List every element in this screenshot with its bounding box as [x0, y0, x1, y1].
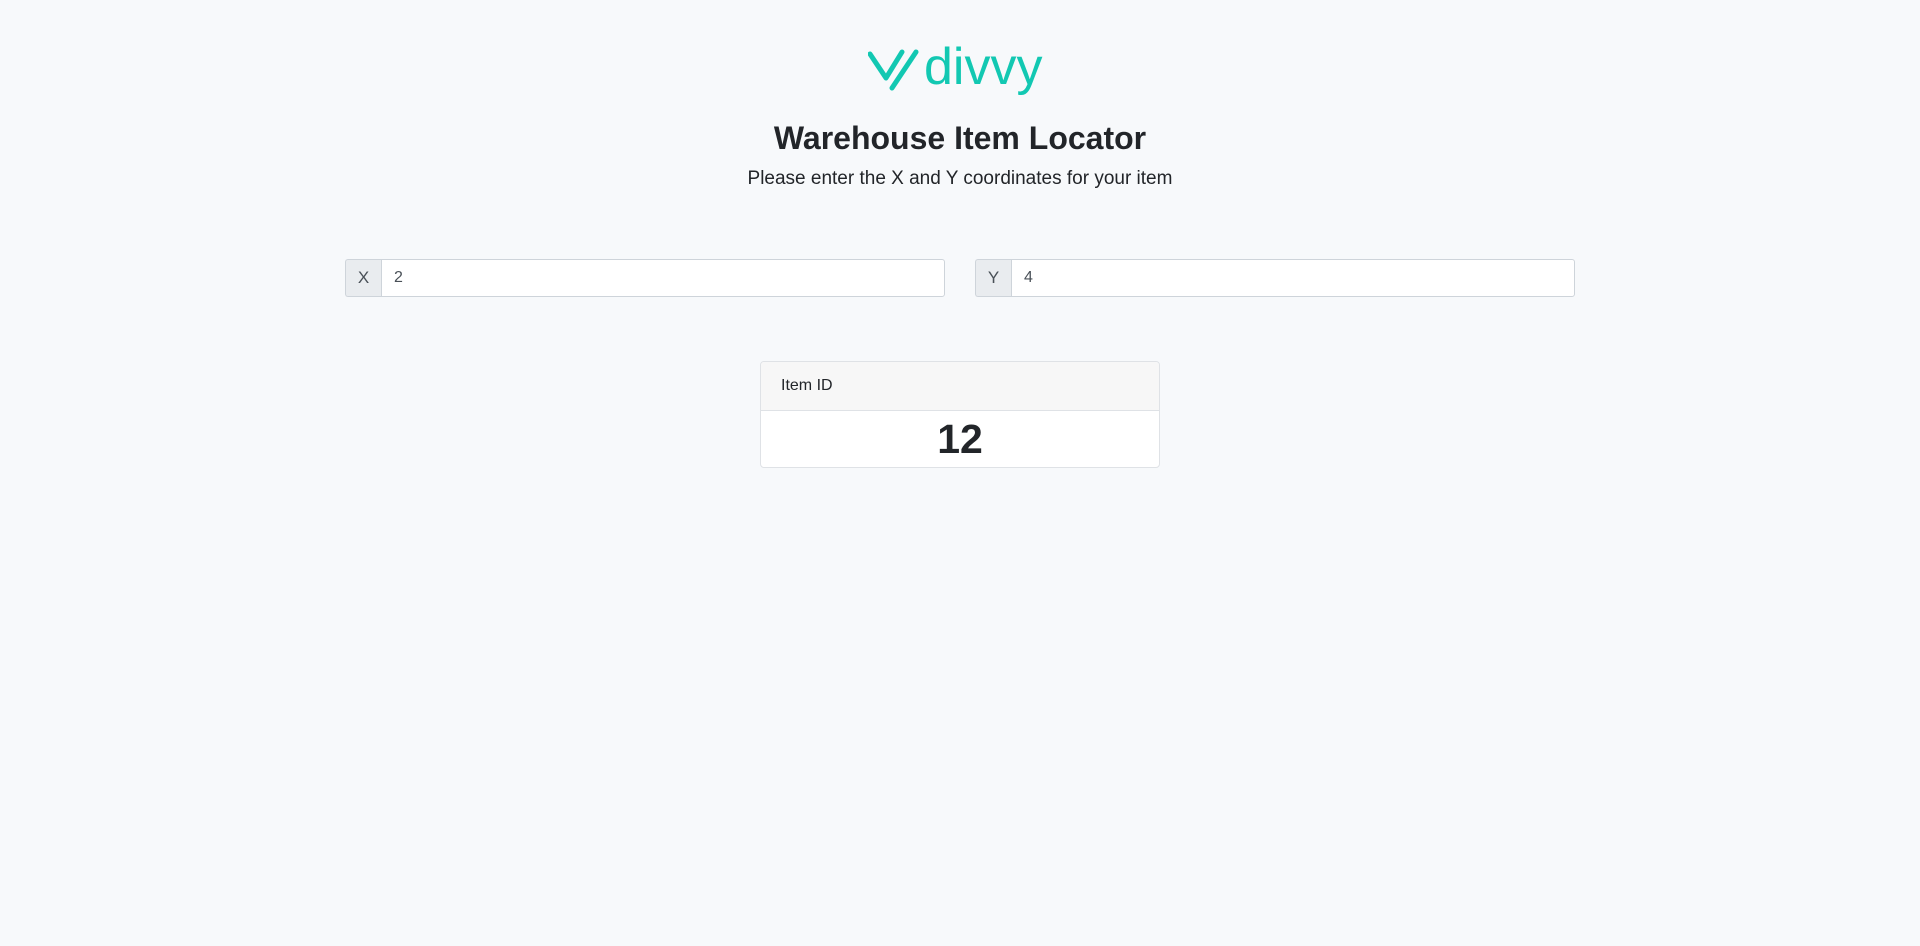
y-coordinate-group: Y: [975, 259, 1575, 297]
item-id-header: Item ID: [761, 362, 1159, 411]
divvy-mark-icon: [868, 49, 919, 91]
item-id-card: Item ID 12: [760, 361, 1160, 468]
item-id-value: 12: [937, 415, 983, 462]
logo-wordmark: divvy: [924, 38, 1043, 96]
x-coordinate-group: X: [345, 259, 945, 297]
y-label: Y: [975, 259, 1011, 297]
page-title: Warehouse Item Locator: [773, 120, 1147, 156]
x-coordinate-input[interactable]: [381, 259, 945, 297]
divvy-logo: divvy: [868, 38, 1052, 96]
page-subtitle: Please enter the X and Y coordinates for…: [747, 168, 1173, 189]
x-label: X: [345, 259, 381, 297]
y-coordinate-input[interactable]: [1011, 259, 1575, 297]
